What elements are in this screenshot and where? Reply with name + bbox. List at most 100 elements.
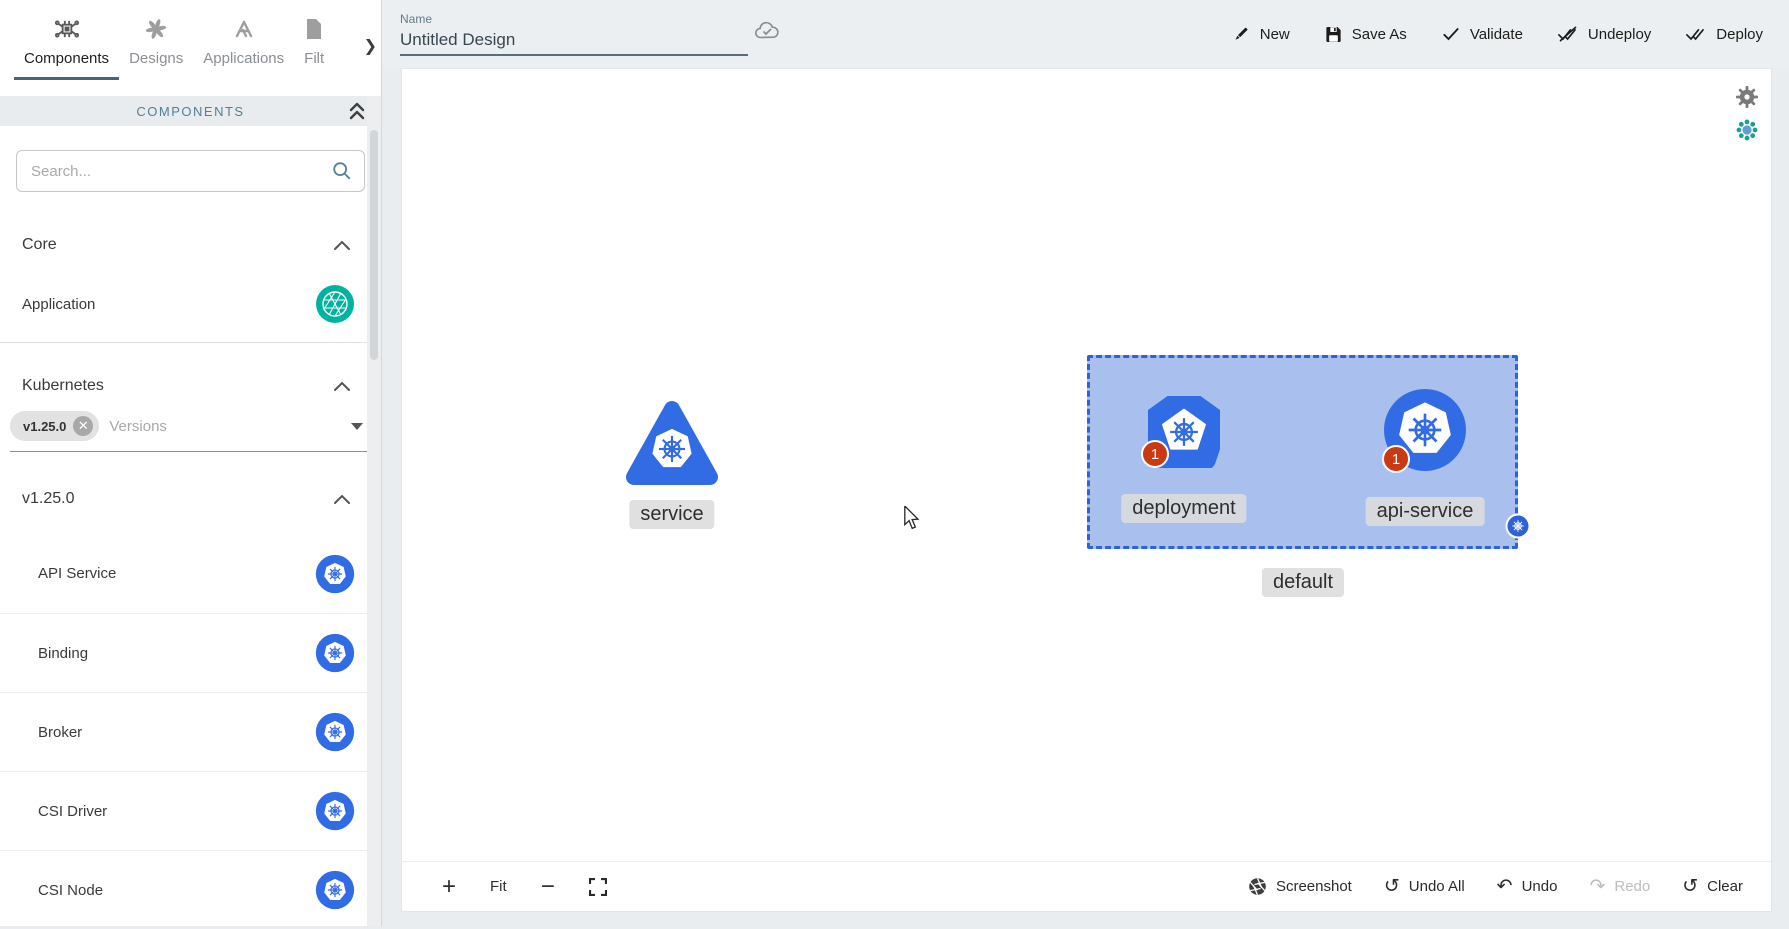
node-label-api-service[interactable]: api-service xyxy=(1366,497,1485,526)
button-label: Deploy xyxy=(1716,26,1763,43)
section-kubernetes[interactable]: Kubernetes xyxy=(0,377,381,395)
group-kubernetes-handle-icon[interactable] xyxy=(1505,513,1531,539)
tab-label: Filt xyxy=(304,50,324,67)
button-label: Clear xyxy=(1707,878,1743,895)
item-label: Application xyxy=(22,296,95,313)
components-icon xyxy=(54,14,80,44)
tab-label: Applications xyxy=(203,50,284,67)
kubernetes-icon xyxy=(315,870,355,910)
section-core[interactable]: Core xyxy=(0,236,381,254)
cloud-check-icon xyxy=(754,20,780,40)
node-deployment[interactable]: 1 xyxy=(1140,388,1228,476)
search-input[interactable] xyxy=(16,150,365,192)
component-label: Binding xyxy=(38,645,88,662)
screenshot-button[interactable]: Screenshot xyxy=(1248,877,1352,896)
chevron-right-icon[interactable]: ❯ xyxy=(364,36,377,56)
chevron-up-icon[interactable] xyxy=(333,494,351,505)
version-chip[interactable]: v1.25.0 ✕ xyxy=(10,411,99,441)
double-chevron-up-icon[interactable] xyxy=(347,100,367,122)
component-item-binding[interactable]: Binding xyxy=(0,613,381,692)
double-check-icon xyxy=(1685,24,1707,44)
tab-components[interactable]: Components xyxy=(14,10,119,80)
deploy-button[interactable]: Deploy xyxy=(1685,24,1763,44)
button-label: Screenshot xyxy=(1276,878,1352,895)
fit-button[interactable]: Fit xyxy=(490,878,507,895)
node-api-service[interactable]: 1 xyxy=(1383,388,1467,472)
undo-all-icon: ↺ xyxy=(1384,877,1400,896)
component-item-broker[interactable]: Broker xyxy=(0,692,381,771)
filters-icon xyxy=(304,14,324,44)
button-label: New xyxy=(1260,26,1290,43)
mesh-application-icon xyxy=(315,284,355,324)
section-title: v1.25.0 xyxy=(22,490,74,508)
design-topbar: Name New Save As xyxy=(382,0,1789,68)
versions-placeholder: Versions xyxy=(109,418,167,435)
tab-applications[interactable]: Applications xyxy=(193,10,294,77)
button-label: Undo xyxy=(1522,878,1558,895)
search-box xyxy=(16,150,365,192)
node-label-deployment[interactable]: deployment xyxy=(1121,494,1246,523)
node-label-default-namespace[interactable]: default xyxy=(1262,568,1344,597)
gear-icon[interactable] xyxy=(1735,85,1759,109)
component-item-csi-driver[interactable]: CSI Driver xyxy=(0,771,381,850)
search-icon[interactable] xyxy=(331,160,353,182)
check-icon xyxy=(1441,24,1461,44)
save-icon xyxy=(1324,25,1343,44)
status-badge: 1 xyxy=(1382,445,1410,473)
button-label: Validate xyxy=(1470,26,1523,43)
divider xyxy=(0,342,381,343)
button-label: Undo All xyxy=(1409,878,1465,895)
core-item-application[interactable]: Application xyxy=(0,282,381,326)
design-name-field: Name xyxy=(400,12,748,56)
component-item-csi-node[interactable]: CSI Node xyxy=(0,850,381,929)
kubernetes-service-shape xyxy=(624,395,720,491)
version-chip-label: v1.25.0 xyxy=(23,419,66,434)
undeploy-button[interactable]: Undeploy xyxy=(1557,24,1651,44)
redo-icon: ↷ xyxy=(1589,877,1605,896)
design-canvas[interactable]: service 1 deployment 1 api-service defau… xyxy=(401,68,1772,912)
component-label: CSI Node xyxy=(38,882,103,899)
undo-button[interactable]: ↶ Undo xyxy=(1497,877,1558,896)
section-title: Kubernetes xyxy=(22,377,104,395)
design-name-input[interactable] xyxy=(400,28,748,56)
component-item-api-service[interactable]: API Service xyxy=(0,534,381,613)
tab-designs[interactable]: Designs xyxy=(119,10,193,77)
close-icon[interactable]: ✕ xyxy=(73,416,93,436)
tab-label: Designs xyxy=(129,50,183,67)
clear-icon: ↺ xyxy=(1682,877,1698,896)
tab-label: Components xyxy=(24,50,109,67)
sidebar-scrollbar-thumb[interactable] xyxy=(370,130,378,360)
designs-icon xyxy=(144,14,168,44)
section-version-group[interactable]: v1.25.0 xyxy=(0,490,381,508)
status-badge: 1 xyxy=(1141,440,1169,468)
dropdown-arrow-icon[interactable] xyxy=(351,423,363,430)
zoom-out-button[interactable]: − xyxy=(541,875,555,899)
panel-title: COMPONENTS xyxy=(136,104,244,119)
history-controls: Screenshot ↺ Undo All ↶ Undo ↷ Redo ↺ Cl… xyxy=(1248,877,1771,896)
name-field-label: Name xyxy=(400,12,748,26)
panel-header: COMPONENTS xyxy=(0,96,381,126)
kubernetes-icon xyxy=(315,554,355,594)
button-label: Undeploy xyxy=(1588,26,1651,43)
fullscreen-icon[interactable] xyxy=(589,878,607,896)
kubernetes-icon xyxy=(315,712,355,752)
redo-button[interactable]: ↷ Redo xyxy=(1589,877,1650,896)
kubernetes-context-icon[interactable] xyxy=(1736,119,1758,141)
node-service[interactable] xyxy=(624,395,720,491)
validate-button[interactable]: Validate xyxy=(1441,24,1523,44)
node-label-service[interactable]: service xyxy=(629,500,714,529)
sidebar-scrollbar[interactable] xyxy=(367,96,381,926)
chevron-up-icon[interactable] xyxy=(333,240,351,251)
new-button[interactable]: New xyxy=(1231,24,1290,44)
tab-filters[interactable]: Filt xyxy=(294,10,334,77)
versions-select[interactable]: v1.25.0 ✕ Versions xyxy=(10,411,377,452)
button-label: Redo xyxy=(1614,878,1650,895)
zoom-in-button[interactable]: + xyxy=(442,875,456,899)
component-sidebar: Components Designs xyxy=(0,0,382,926)
pencil-icon xyxy=(1231,24,1251,44)
undo-all-button[interactable]: ↺ Undo All xyxy=(1384,877,1465,896)
chevron-up-icon[interactable] xyxy=(333,381,351,392)
sidebar-tabs: Components Designs xyxy=(0,0,381,96)
save-as-button[interactable]: Save As xyxy=(1324,25,1407,44)
clear-button[interactable]: ↺ Clear xyxy=(1682,877,1743,896)
